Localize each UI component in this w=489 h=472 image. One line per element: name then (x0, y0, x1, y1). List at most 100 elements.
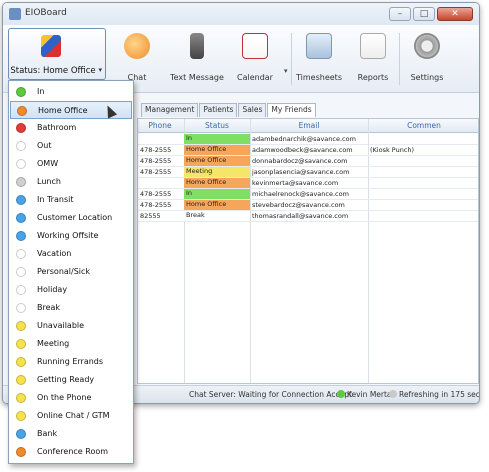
menu-item-vacation[interactable]: Vacation (10, 245, 132, 263)
menu-item-conference-room[interactable]: Conference Room (10, 443, 132, 461)
table-row[interactable]: 478-2555 Home Office adamwoodbeck@savanc… (138, 145, 478, 156)
status-dot-icon (16, 303, 26, 313)
calendar-icon (242, 33, 268, 59)
status-label: Status: Home Office (10, 66, 96, 76)
status-dropdown[interactable]: Status: Home Office ▾ (8, 28, 106, 80)
menu-item-getting-ready[interactable]: Getting Ready (10, 371, 132, 389)
menu-item-working-offsite[interactable]: Working Offsite (10, 227, 132, 245)
table-row[interactable]: 478-2555 Home Office donnabardocz@savanc… (138, 156, 478, 167)
status-dot-icon (17, 106, 27, 116)
timesheets-label: Timesheets (296, 73, 342, 82)
menu-item-customer-location[interactable]: Customer Location (10, 209, 132, 227)
column-comments[interactable]: Commen (368, 121, 478, 130)
tab-my-friends[interactable]: My Friends (267, 103, 316, 117)
menu-item-online-chat[interactable]: Online Chat / GTM (10, 407, 132, 425)
gear-icon (414, 33, 440, 59)
group-tabs: Management Patients Sales My Friends (141, 103, 317, 117)
menu-item-on-the-phone[interactable]: On the Phone (10, 389, 132, 407)
menu-item-bathroom[interactable]: Bathroom (10, 119, 132, 137)
column-status[interactable]: Status (184, 121, 250, 130)
settings-button[interactable]: Settings (397, 33, 457, 82)
table-row[interactable]: In adambednarchik@savance.com (138, 134, 478, 145)
menu-item-break[interactable]: Break (10, 299, 132, 317)
status-dot-icon (16, 123, 26, 133)
close-button[interactable]: ✕ (437, 7, 473, 21)
minimize-button[interactable]: – (389, 7, 411, 21)
menu-item-label: Vacation (37, 249, 72, 258)
menu-item-omw[interactable]: OMW (10, 155, 132, 173)
current-user: Kevin Merta (337, 390, 392, 399)
menu-item-label: On the Phone (37, 393, 92, 402)
phone-cell: 478-2555 (140, 168, 172, 176)
menu-item-personal-sick[interactable]: Personal/Sick (10, 263, 132, 281)
chat-icon (124, 33, 150, 59)
email-cell: kevinmerta@savance.com (252, 179, 339, 187)
status-dot-icon (16, 321, 26, 331)
status-dot-icon (16, 375, 26, 385)
status-dot-icon (16, 411, 26, 421)
column-email[interactable]: Email (250, 121, 368, 130)
menu-item-bank[interactable]: Bank (10, 425, 132, 443)
tab-sales[interactable]: Sales (238, 103, 267, 117)
menu-item-label: Out (37, 141, 52, 150)
email-cell: adamwoodbeck@savance.com (252, 146, 353, 154)
menu-item-unavailable[interactable]: Unavailable (10, 317, 132, 335)
status-dot-icon (16, 285, 26, 295)
table-row[interactable]: 478-2555 In michaelrenock@savance.com (138, 189, 478, 200)
table-row[interactable]: Home Office kevinmerta@savance.com (138, 178, 478, 189)
email-cell: jasonplasencia@savance.com (252, 168, 350, 176)
menu-item-label: Conference Room (37, 447, 109, 456)
menu-item-in-transit[interactable]: In Transit (10, 191, 132, 209)
menu-item-out[interactable]: Out (10, 137, 132, 155)
status-dot-icon (16, 447, 26, 457)
text-message-label: Text Message (170, 73, 224, 82)
status-cell: Home Office (184, 178, 250, 188)
status-dot-icon (16, 339, 26, 349)
status-cell: In (184, 134, 250, 144)
menu-item-in[interactable]: In (10, 83, 132, 101)
status-menu: In Home Office Bathroom Out OMW Lunch In… (8, 80, 134, 464)
text-message-button[interactable]: Text Message (167, 33, 227, 82)
menu-item-meeting[interactable]: Meeting (10, 335, 132, 353)
status-dot-icon (16, 267, 26, 277)
status-dot-icon (16, 195, 26, 205)
tab-management[interactable]: Management (141, 103, 199, 117)
maximize-button[interactable]: □ (413, 7, 435, 21)
calendar-label: Calendar (237, 73, 273, 82)
tab-patients[interactable]: Patients (199, 103, 238, 117)
menu-item-label: Unavailable (37, 321, 85, 330)
menu-item-running-errands[interactable]: Running Errands (10, 353, 132, 371)
title-bar: EIOBoard – □ ✕ (3, 3, 479, 25)
menu-item-label: Online Chat / GTM (37, 411, 110, 420)
status-cell: Home Office (184, 145, 250, 155)
settings-label: Settings (410, 73, 444, 82)
email-cell: thomasrandall@savance.com (252, 212, 349, 220)
timesheets-button[interactable]: Timesheets (289, 33, 349, 82)
menu-item-holiday[interactable]: Holiday (10, 281, 132, 299)
status-dot-icon (16, 159, 26, 169)
grid-header: Phone Status Email Commen (138, 119, 478, 133)
status-dot-icon (16, 87, 26, 97)
phone-cell: 478-2555 (140, 146, 172, 154)
menu-item-label: Personal/Sick (37, 267, 91, 276)
reports-label: Reports (357, 73, 389, 82)
chat-button[interactable]: Chat (107, 33, 167, 82)
employee-grid: Phone Status Email Commen In adambednarc… (137, 118, 479, 384)
table-row[interactable]: 478-2555 Meeting jasonplasencia@savance.… (138, 167, 478, 178)
calendar-button[interactable]: Calendar (225, 33, 285, 82)
status-cell: Meeting (184, 167, 250, 177)
column-phone[interactable]: Phone (140, 121, 180, 130)
status-dot-icon (16, 393, 26, 403)
table-row[interactable]: 478-2555 Home Office stevebardocz@savanc… (138, 200, 478, 211)
reports-button[interactable]: Reports (343, 33, 403, 82)
table-row[interactable]: 82555 Break thomasrandall@savance.com (138, 211, 478, 222)
menu-item-label: Bank (37, 429, 58, 438)
phone-cell: 478-2555 (140, 157, 172, 165)
menu-item-lunch[interactable]: Lunch (10, 173, 132, 191)
menu-item-label: Getting Ready (37, 375, 95, 384)
menu-item-label: Bathroom (37, 123, 77, 132)
comment-cell: (Kiosk Punch) (370, 146, 415, 154)
calendar-dropdown-icon[interactable]: ▾ (284, 67, 288, 75)
menu-item-label: Holiday (37, 285, 68, 294)
phone-cell: 82555 (140, 212, 161, 220)
